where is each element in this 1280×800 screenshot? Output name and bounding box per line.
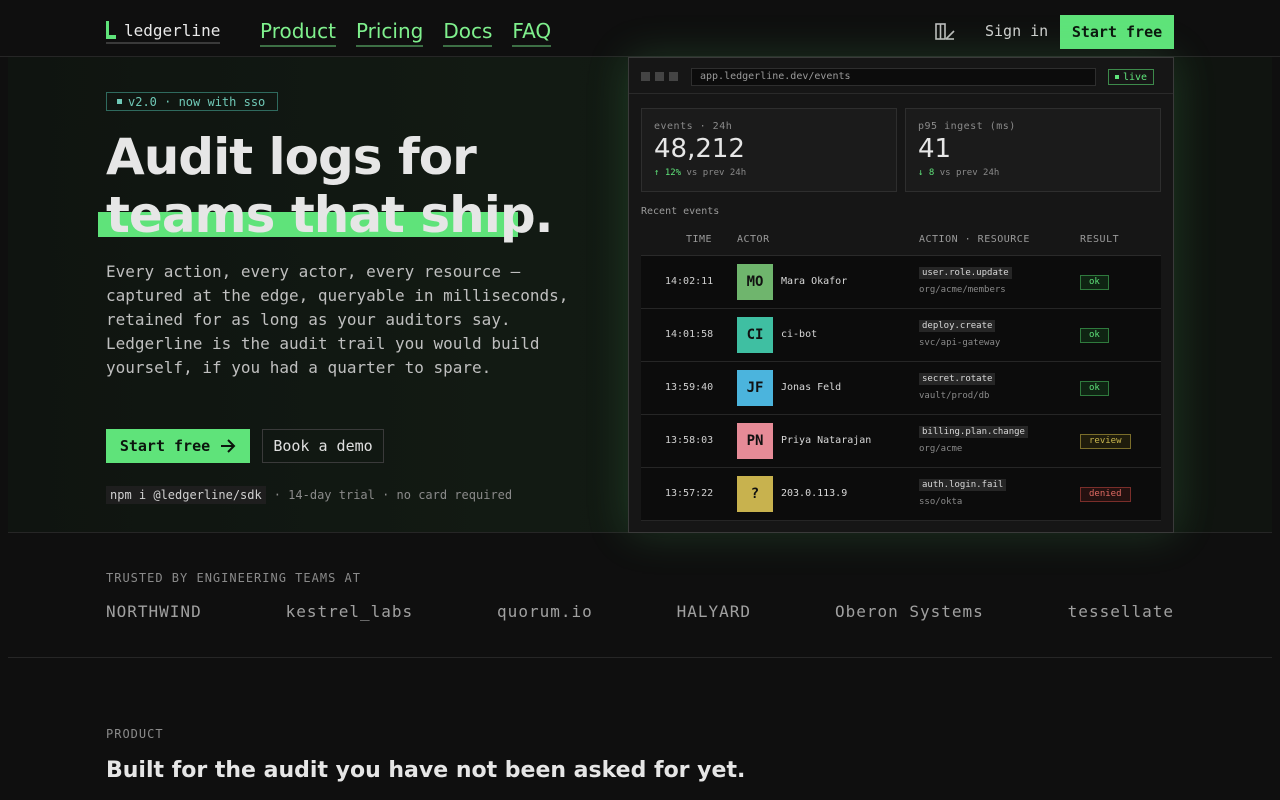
url-bar: app.ledgerline.dev/events (691, 68, 1096, 86)
nav-link-faq[interactable]: FAQ (512, 18, 552, 47)
avatar: CI (737, 317, 773, 353)
logo[interactable]: ledgerline (106, 20, 221, 44)
theme-toggle-icon[interactable] (934, 22, 956, 42)
event-resource: sso/okta (919, 497, 963, 507)
logo-text: ledgerline (124, 20, 221, 40)
status-badge: ok (1080, 381, 1109, 396)
hero-lead: Every action, every actor, every resourc… (106, 262, 569, 377)
event-time: 14:01:58 (665, 329, 714, 340)
logo-mark-icon (106, 21, 116, 39)
customer-logo: kestrel_labs (285, 602, 414, 621)
product-title: Built for the audit you have not been as… (106, 758, 746, 783)
avatar: MO (737, 264, 773, 300)
top-nav: ledgerline Product Pricing Docs FAQ Sign… (0, 0, 1280, 57)
window-dots-icon (641, 72, 678, 81)
stat-card-ingest: p95 ingest (ms) 41 ↓ 8 vs prev 24h (905, 108, 1161, 192)
event-action: auth.login.fail (919, 479, 1007, 491)
col-actor: ACTOR (737, 234, 770, 245)
event-resource: vault/prod/db (919, 391, 990, 401)
status-badge: ok (1080, 328, 1109, 343)
stat-value: 41 (918, 134, 952, 164)
col-time: TIME (686, 234, 713, 245)
event-resource: org/acme/members (919, 285, 1006, 295)
version-badge: v2.0 · now with sso (106, 92, 279, 111)
avatar: ? (737, 476, 773, 512)
product-label: PRODUCT (106, 727, 164, 741)
stat-delta: ↑ 12% vs prev 24h (654, 168, 884, 178)
stat-delta-note: vs prev 24h (686, 168, 747, 178)
event-actor: Priya Natarajan (781, 435, 872, 446)
status-badge: denied (1080, 487, 1131, 502)
hero-start-label: Start free (119, 437, 211, 455)
stat-label: p95 ingest (ms) (918, 121, 1016, 132)
event-actor: 203.0.113.9 (781, 488, 848, 499)
hero-title: Audit logs for teams that ship. (106, 128, 626, 244)
event-time: 13:58:03 (665, 435, 714, 446)
stat-delta-value: ↓ 8 (918, 168, 935, 178)
event-action: secret.rotate (919, 373, 996, 385)
stat-value: 48,212 (654, 134, 745, 164)
event-resource: org/acme (919, 444, 963, 454)
live-badge: live (1108, 69, 1155, 85)
customer-logo: NORTHWIND (106, 602, 202, 621)
event-actor: ci-bot (781, 329, 818, 340)
book-demo-button[interactable]: Book a demo (262, 429, 384, 463)
event-actor: Mara Okafor (781, 276, 848, 287)
events-table-header: TIME ACTOR ACTION · RESOURCE RESULT (641, 228, 1161, 256)
badge-square-icon (117, 99, 122, 104)
install-command[interactable]: npm i @ledgerline/sdk (106, 486, 266, 504)
window-titlebar: app.ledgerline.dev/events live (629, 58, 1173, 94)
events-table-body: 14:02:11 MO Mara Okafor user.role.update… (641, 256, 1161, 521)
nav-link-pricing[interactable]: Pricing (355, 18, 424, 47)
stat-delta-note: vs prev 24h (939, 168, 1000, 178)
table-row[interactable]: 13:58:03 PN Priya Natarajan billing.plan… (641, 415, 1161, 468)
table-row[interactable]: 13:59:40 JF Jonas Feld secret.rotate vau… (641, 362, 1161, 415)
event-time: 14:02:11 (665, 276, 714, 287)
nav-start-free-button[interactable]: Start free (1060, 15, 1174, 49)
table-row[interactable]: 14:01:58 CI ci-bot deploy.create svc/api… (641, 309, 1161, 362)
event-action: billing.plan.change (919, 426, 1028, 438)
customer-logo: HALYARD (676, 602, 752, 621)
sign-in-link[interactable]: Sign in (985, 22, 1048, 40)
nav-link-docs[interactable]: Docs (443, 18, 493, 47)
event-action: user.role.update (919, 267, 1012, 279)
customer-logos: NORTHWIND kestrel_labs quorum.io HALYARD… (106, 602, 1174, 621)
avatar: JF (737, 370, 773, 406)
status-badge: ok (1080, 275, 1109, 290)
section-divider (8, 657, 1272, 658)
stat-card-events: events · 24h 48,212 ↑ 12% vs prev 24h (641, 108, 897, 192)
event-time: 13:59:40 (665, 382, 714, 393)
table-row[interactable]: 14:02:11 MO Mara Okafor user.role.update… (641, 256, 1161, 309)
status-badge: review (1080, 434, 1131, 449)
install-line: npm i @ledgerline/sdk · 14-day trial · n… (106, 486, 512, 504)
customer-logo: quorum.io (497, 602, 593, 621)
customer-logo: Oberon Systems (834, 602, 984, 621)
avatar: PN (737, 423, 773, 459)
stat-label: events · 24h (654, 121, 733, 132)
badge-text: v2.0 · now with sso (128, 94, 266, 109)
col-action: ACTION · RESOURCE (919, 234, 1030, 245)
install-note: · 14-day trial · no card required (273, 488, 513, 502)
stat-delta-value: ↑ 12% (654, 168, 682, 178)
arrow-right-icon (221, 439, 236, 453)
hero-start-free-button[interactable]: Start free (106, 429, 250, 463)
app-preview-panel: app.ledgerline.dev/events live events · … (628, 57, 1174, 533)
event-resource: svc/api-gateway (919, 338, 1001, 348)
event-actor: Jonas Feld (781, 382, 842, 393)
recent-events-title: Recent events (641, 206, 720, 217)
nav-links: Product Pricing Docs FAQ (260, 18, 552, 47)
col-result: RESULT (1080, 234, 1120, 245)
live-dot-icon (1115, 75, 1119, 79)
event-time: 13:57:22 (665, 488, 714, 499)
trusted-title: TRUSTED BY ENGINEERING TEAMS AT (106, 571, 361, 585)
live-label: live (1123, 71, 1148, 83)
event-action: deploy.create (919, 320, 996, 332)
stat-delta: ↓ 8 vs prev 24h (918, 168, 1148, 178)
table-row[interactable]: 13:57:22 ? 203.0.113.9 auth.login.fail s… (641, 468, 1161, 521)
customer-logo: tessellate (1067, 602, 1174, 621)
hero-title-line2: teams that ship. (106, 186, 554, 244)
nav-link-product[interactable]: Product (260, 18, 336, 47)
hero-title-line1: Audit logs for (106, 128, 477, 186)
